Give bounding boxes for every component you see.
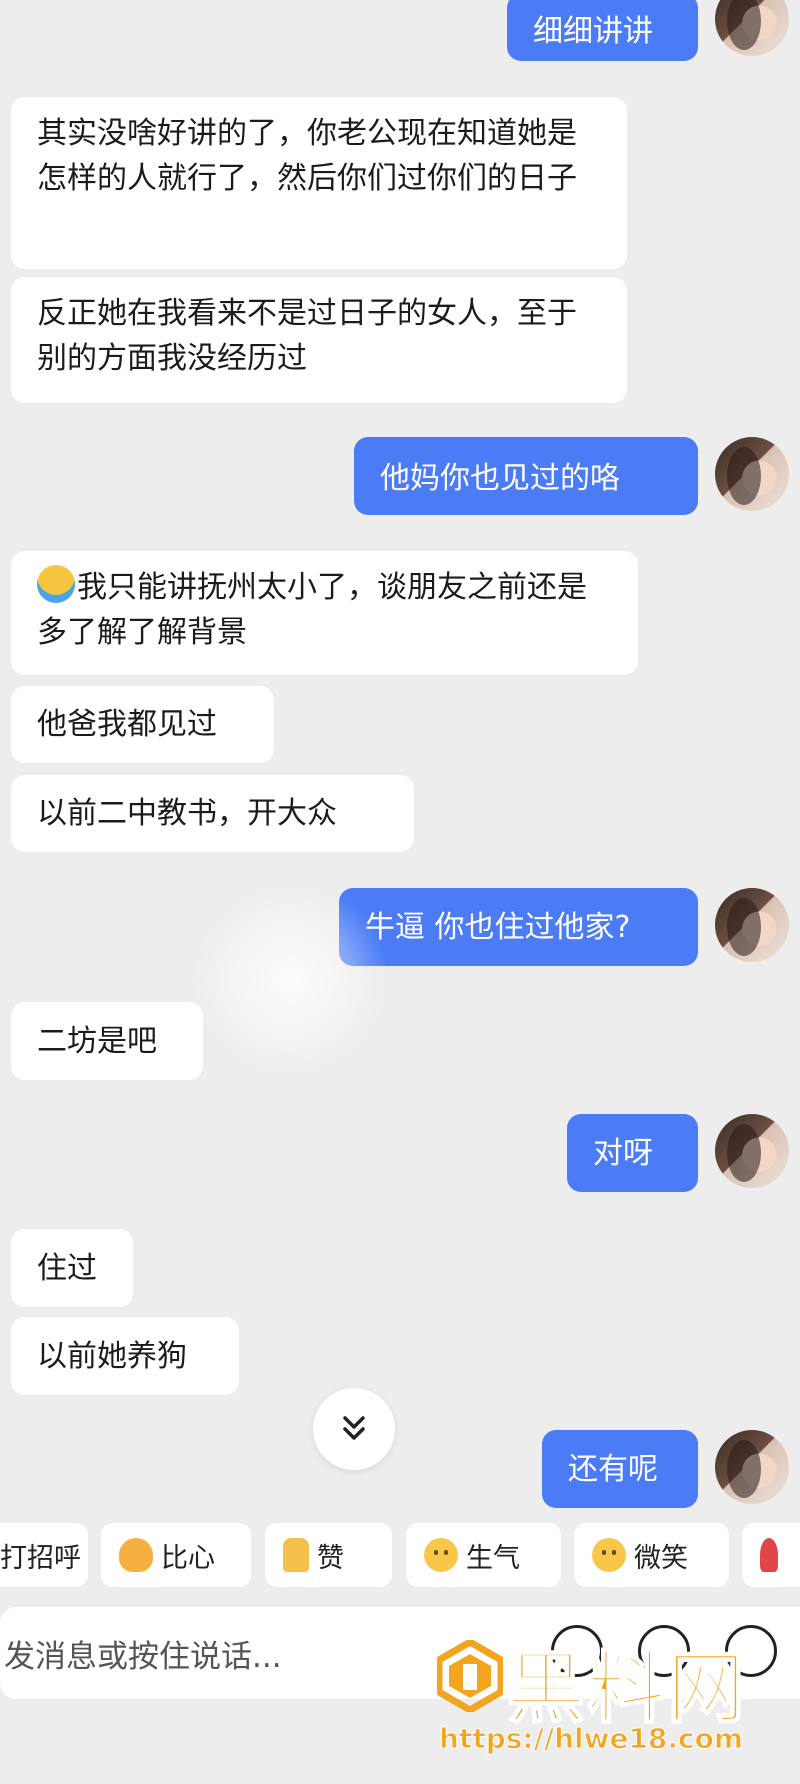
message-incoming[interactable]: 他爸我都见过 xyxy=(11,686,274,763)
avatar[interactable] xyxy=(715,437,789,511)
rose-icon xyxy=(760,1538,778,1572)
message-incoming[interactable]: 住过 xyxy=(11,1229,133,1307)
message-incoming[interactable]: 我只能讲抚州太小了，谈朋友之前还是多了解了解背景 xyxy=(11,551,638,675)
message-text: 以前她养狗 xyxy=(37,1339,187,1374)
quick-reply-wave[interactable]: 打招呼 xyxy=(0,1523,88,1587)
message-text: 对呀 xyxy=(593,1136,653,1171)
heart-hands-icon xyxy=(119,1538,153,1572)
double-chevron-down-icon xyxy=(343,1416,365,1440)
smile-face-icon xyxy=(592,1538,626,1572)
message-incoming[interactable]: 二坊是吧 xyxy=(11,1002,203,1080)
avatar[interactable] xyxy=(715,0,789,56)
quick-reply-heart[interactable]: 比心 xyxy=(101,1523,251,1587)
angry-face-icon xyxy=(424,1538,458,1572)
avatar[interactable] xyxy=(715,1430,789,1504)
quick-reply-label: 打招呼 xyxy=(0,1542,81,1574)
quick-reply-label: 生气 xyxy=(466,1542,520,1574)
message-text: 还有呢 xyxy=(568,1452,658,1487)
message-text: 其实没啥好讲的了，你老公现在知道她是怎样的人就行了，然后你们过你们的日子 xyxy=(37,116,577,196)
quick-reply-like[interactable]: 赞 xyxy=(265,1523,392,1587)
quick-reply-label: 微笑 xyxy=(634,1542,688,1574)
message-outgoing[interactable]: 对呀 xyxy=(567,1114,698,1192)
quick-reply-label: 赞 xyxy=(317,1542,344,1574)
message-incoming[interactable]: 反正她在我看来不是过日子的女人，至于别的方面我没经历过 xyxy=(11,277,627,403)
message-text: 二坊是吧 xyxy=(37,1024,157,1059)
avatar[interactable] xyxy=(715,888,789,962)
message-outgoing[interactable]: 牛逼 你也住过他家? xyxy=(339,888,698,966)
quick-reply-rose[interactable] xyxy=(742,1523,800,1587)
message-text: 住过 xyxy=(37,1251,97,1286)
message-text: 他妈你也见过的咯 xyxy=(380,461,620,496)
message-text: 我只能讲抚州太小了，谈朋友之前还是多了解了解背景 xyxy=(37,570,587,650)
quick-reply-smile[interactable]: 微笑 xyxy=(574,1523,729,1587)
message-incoming[interactable]: 以前二中教书，开大众 xyxy=(11,775,414,852)
laughing-crying-emoji-icon xyxy=(37,565,75,603)
message-text: 细细讲讲 xyxy=(533,14,653,49)
scroll-to-bottom-button[interactable] xyxy=(313,1388,395,1470)
message-text: 他爸我都见过 xyxy=(37,707,217,742)
message-text: 牛逼 你也住过他家? xyxy=(365,910,631,945)
avatar[interactable] xyxy=(715,1114,789,1188)
message-input[interactable]: 发消息或按住说话... xyxy=(4,1631,282,1676)
message-text: 反正她在我看来不是过日子的女人，至于别的方面我没经历过 xyxy=(37,296,577,376)
message-outgoing[interactable]: 细细讲讲 xyxy=(507,0,698,61)
message-outgoing[interactable]: 他妈你也见过的咯 xyxy=(354,437,698,515)
watermark: 黑料网 https://hlwe18.com xyxy=(437,1640,787,1760)
message-outgoing[interactable]: 还有呢 xyxy=(542,1430,698,1508)
message-text: 以前二中教书，开大众 xyxy=(37,796,337,831)
thumbs-up-icon xyxy=(283,1538,309,1572)
quick-reply-label: 比心 xyxy=(161,1542,215,1574)
message-incoming[interactable]: 其实没啥好讲的了，你老公现在知道她是怎样的人就行了，然后你们过你们的日子 xyxy=(11,97,627,269)
quick-reply-angry[interactable]: 生气 xyxy=(406,1523,561,1587)
message-incoming[interactable]: 以前她养狗 xyxy=(11,1317,239,1395)
watermark-logo-icon xyxy=(437,1640,503,1712)
watermark-url: https://hlwe18.com xyxy=(438,1722,744,1756)
